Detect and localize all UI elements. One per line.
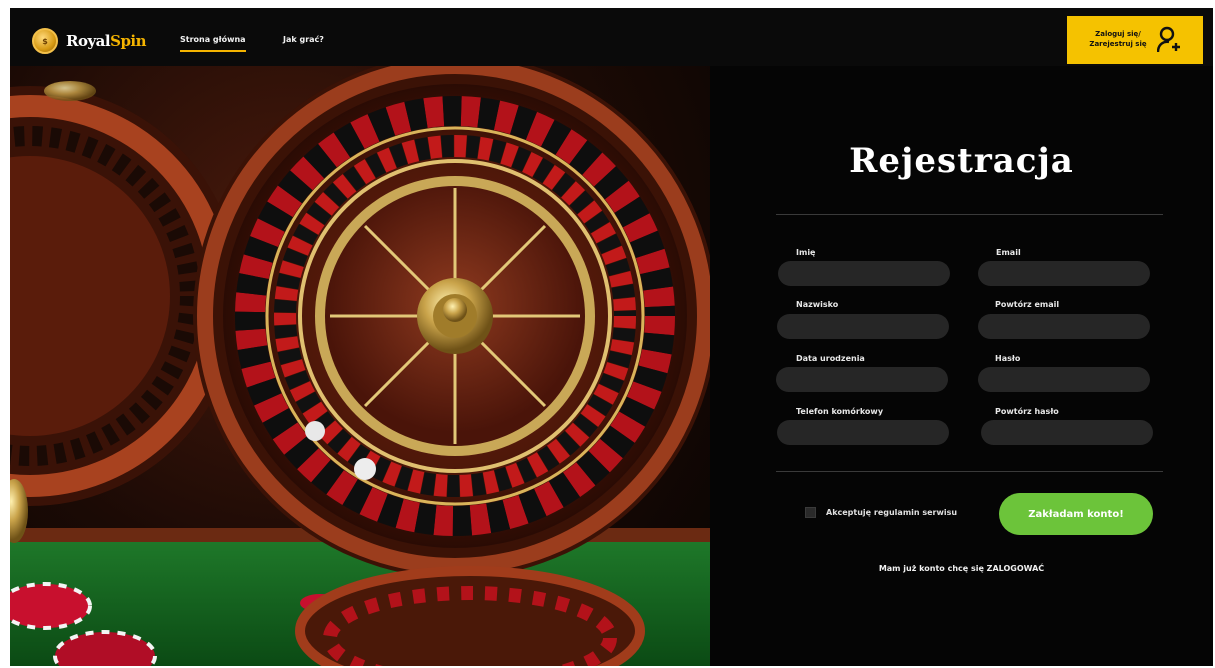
logo[interactable]: $ RoyalSpin <box>32 28 147 54</box>
label-repeat-email: Powtórz email <box>995 300 1060 309</box>
brand-name: RoyalSpin <box>66 32 147 50</box>
divider-top <box>776 214 1163 215</box>
coin-logo-icon: $ <box>32 28 58 54</box>
roulette-illustration <box>10 66 710 666</box>
terms-row: Akceptuję regulamin serwisu <box>805 507 957 518</box>
first-name-input[interactable] <box>778 261 950 286</box>
brand-primary: Royal <box>66 32 111 50</box>
login-register-label: Zaloguj się/ Zarejestruj się <box>1089 30 1146 50</box>
login-register-button[interactable]: Zaloguj się/ Zarejestruj się <box>1067 16 1203 64</box>
password-input[interactable] <box>978 367 1150 392</box>
top-nav: $ RoyalSpin Strona główna Jak grać? Zalo… <box>10 8 1213 66</box>
login-label-line1: Zaloguj się/ <box>1095 30 1141 39</box>
last-name-input[interactable] <box>777 314 949 339</box>
birth-date-input[interactable] <box>776 367 948 392</box>
app-frame: $ RoyalSpin Strona główna Jak grać? Zalo… <box>10 8 1213 666</box>
registration-panel: Rejestracja Imię Email Nazwisko Powtórz … <box>710 66 1213 666</box>
email-input[interactable] <box>978 261 1150 286</box>
label-first-name: Imię <box>796 248 816 257</box>
nav-link-home[interactable]: Strona główna <box>180 35 246 52</box>
label-phone: Telefon komórkowy <box>796 407 884 416</box>
brand-accent: Spin <box>110 32 147 50</box>
label-repeat-password: Powtórz hasło <box>995 407 1059 416</box>
repeat-password-input[interactable] <box>981 420 1153 445</box>
login-link[interactable]: Mam już konto chcę się ZALOGOWAĆ <box>710 564 1213 573</box>
label-birth-date: Data urodzenia <box>796 354 865 363</box>
form-title: Rejestracja <box>849 141 1074 181</box>
label-password: Hasło <box>995 354 1021 363</box>
divider-bottom <box>776 471 1163 472</box>
create-account-button[interactable]: Zakładam konto! <box>999 493 1153 535</box>
roulette-hero-image <box>10 66 710 666</box>
phone-input[interactable] <box>777 420 949 445</box>
login-label-line2: Zarejestruj się <box>1089 40 1147 48</box>
user-add-icon <box>1156 26 1181 54</box>
terms-label[interactable]: Akceptuję regulamin serwisu <box>826 508 957 517</box>
label-email: Email <box>996 248 1021 257</box>
terms-checkbox[interactable] <box>805 507 816 518</box>
repeat-email-input[interactable] <box>978 314 1150 339</box>
label-last-name: Nazwisko <box>796 300 839 309</box>
nav-link-how-to-play[interactable]: Jak grać? <box>283 35 324 44</box>
